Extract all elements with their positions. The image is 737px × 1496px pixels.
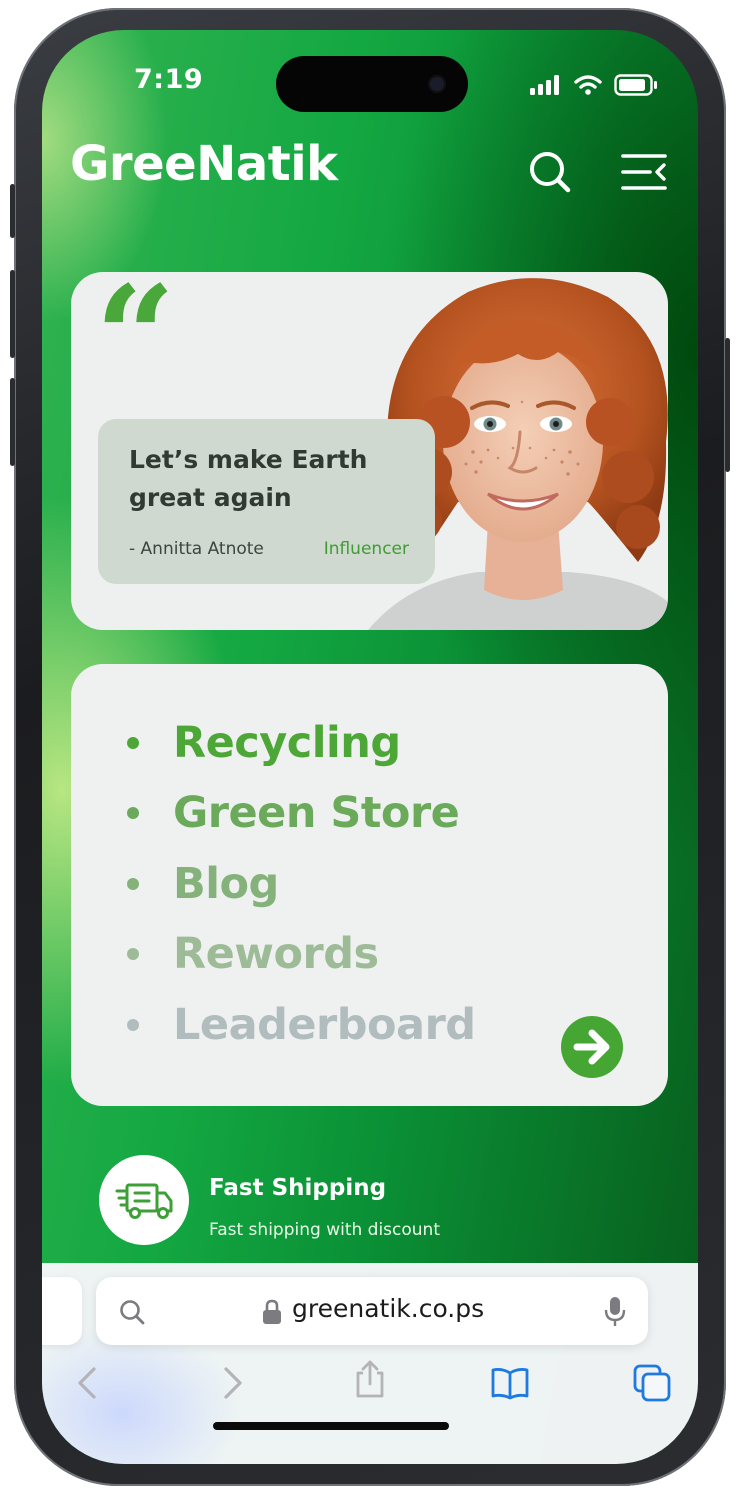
status-time: 7:19 [134, 64, 204, 95]
status-icons [530, 74, 658, 96]
bullet-icon [127, 807, 139, 819]
bullet-icon [127, 737, 139, 749]
power-button [725, 338, 730, 472]
menu-item-recycling[interactable]: Recycling [127, 718, 401, 768]
next-button[interactable] [561, 1016, 623, 1078]
search-icon[interactable] [526, 148, 574, 196]
menu-item-green-store[interactable]: Green Store [127, 788, 460, 838]
bullet-icon [127, 1019, 139, 1031]
forward-icon[interactable] [210, 1363, 250, 1403]
menu-item-label: Green Store [173, 788, 460, 838]
share-icon[interactable] [350, 1359, 390, 1399]
shipping-subtitle: Fast shipping with discount [209, 1220, 440, 1240]
bookmarks-icon[interactable] [490, 1363, 530, 1403]
quote-author: - Annitta Atnote [129, 539, 264, 559]
menu-item-blog[interactable]: Blog [127, 859, 279, 909]
phone-frame: 7:19 GreeNatik “ Let’s make Earth great … [10, 8, 730, 1486]
lock-icon [263, 1299, 281, 1324]
brand-logo[interactable]: GreeNatik [70, 136, 338, 192]
volume-up-button [10, 270, 15, 358]
quote-mark-icon: “ [95, 272, 176, 420]
address-bar[interactable]: greenatik.co.ps [96, 1277, 648, 1345]
search-icon [120, 1300, 145, 1325]
quote-card: “ Let’s make Earth great again - Annitta… [71, 272, 668, 630]
menu-item-label: Leaderboard [173, 1000, 476, 1050]
home-indicator[interactable] [213, 1422, 449, 1430]
quote-text: Let’s make Earth great again [129, 445, 368, 512]
truck-icon [115, 1183, 173, 1219]
menu-item-label: Blog [173, 859, 279, 909]
wifi-icon [574, 75, 602, 95]
previous-tab-peek[interactable] [42, 1277, 82, 1345]
bullet-icon [127, 878, 139, 890]
quote-box: Let’s make Earth great again - Annitta A… [98, 419, 435, 584]
nav-menu-card: Recycling Green Store Blog Rewords Leade… [71, 664, 668, 1106]
battery-icon [614, 74, 657, 96]
back-icon[interactable] [70, 1363, 110, 1403]
dynamic-island [276, 56, 468, 112]
url-text: greenatik.co.ps [292, 1294, 485, 1323]
menu-item-rewords[interactable]: Rewords [127, 929, 379, 979]
action-button [10, 184, 15, 238]
menu-item-label: Recycling [173, 718, 401, 768]
arrow-right-icon [573, 1029, 610, 1065]
signal-icon [530, 75, 559, 95]
camera-icon [428, 75, 446, 93]
browser-toolbar: greenatik.co.ps [42, 1263, 698, 1464]
menu-item-leaderboard[interactable]: Leaderboard [127, 1000, 476, 1050]
volume-down-button [10, 378, 15, 466]
quote-role[interactable]: Influencer [324, 539, 409, 559]
screen: 7:19 GreeNatik “ Let’s make Earth great … [42, 30, 698, 1464]
shipping-title: Fast Shipping [209, 1175, 387, 1201]
microphone-icon[interactable] [604, 1296, 626, 1328]
bullet-icon [127, 948, 139, 960]
shipping-badge [99, 1155, 189, 1245]
menu-item-label: Rewords [173, 929, 379, 979]
menu-collapse-icon[interactable] [620, 148, 668, 196]
tabs-icon[interactable] [632, 1363, 672, 1403]
